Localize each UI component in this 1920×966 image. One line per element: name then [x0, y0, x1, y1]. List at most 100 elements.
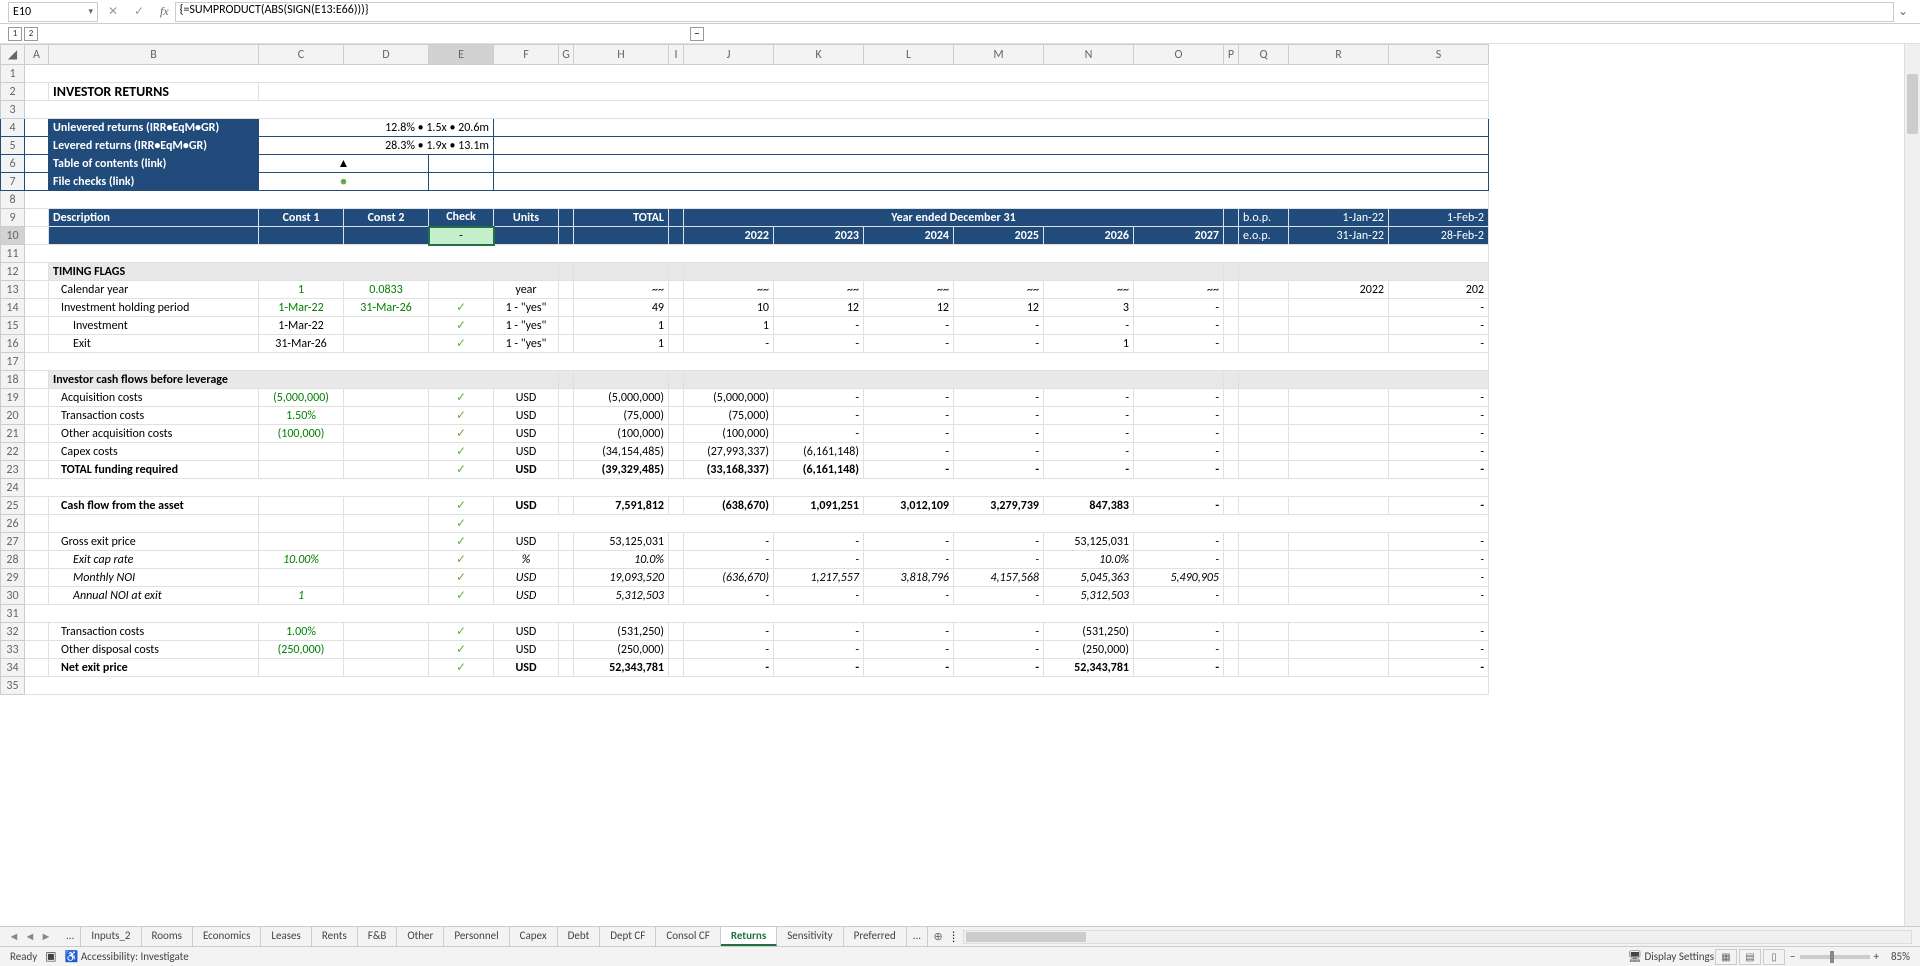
cell[interactable]: -	[774, 587, 864, 605]
cell[interactable]: -	[684, 659, 774, 677]
row-31[interactable]: 31	[1, 605, 25, 623]
cell[interactable]: USD	[494, 641, 559, 659]
up-arrow-icon[interactable]: ▲	[259, 155, 429, 173]
row-18[interactable]: 18	[1, 371, 25, 389]
cell[interactable]: (250,000)	[574, 641, 669, 659]
cell[interactable]: (250,000)	[259, 641, 344, 659]
cell[interactable]: -	[1044, 407, 1134, 425]
row-19[interactable]: 19	[1, 389, 25, 407]
cell[interactable]: 1 - "yes"	[494, 299, 559, 317]
row-20[interactable]: 20	[1, 407, 25, 425]
cell[interactable]: -	[1389, 623, 1489, 641]
cell[interactable]: -	[774, 659, 864, 677]
row-33[interactable]: 33	[1, 641, 25, 659]
row-28[interactable]: 28	[1, 551, 25, 569]
cell[interactable]: 10.0%	[1044, 551, 1134, 569]
col-R[interactable]: R	[1289, 45, 1389, 65]
cell[interactable]: (100,000)	[684, 425, 774, 443]
row-16[interactable]: 16	[1, 335, 25, 353]
cell[interactable]: -	[1134, 659, 1224, 677]
cell[interactable]: -	[954, 335, 1044, 353]
cell[interactable]: (27,993,337)	[684, 443, 774, 461]
row-3[interactable]: 3	[1, 101, 25, 119]
sheet-tab-leases[interactable]: Leases	[261, 927, 311, 946]
sheet-tab-inputs_2[interactable]: Inputs_2	[81, 927, 141, 946]
cell-desc[interactable]: Capex costs	[49, 443, 259, 461]
cell[interactable]: USD	[494, 461, 559, 479]
cell[interactable]: 5,312,503	[1044, 587, 1134, 605]
display-settings[interactable]: 🖥 Display Settings	[1628, 950, 1714, 963]
cell[interactable]: -	[1044, 425, 1134, 443]
cell[interactable]: 1 - "yes"	[494, 335, 559, 353]
fx-icon[interactable]: fx	[160, 4, 169, 19]
cell[interactable]: 1	[1044, 335, 1134, 353]
cell[interactable]: -	[954, 443, 1044, 461]
file-checks-link[interactable]: File checks (link)	[49, 173, 259, 191]
cell[interactable]: -	[1134, 533, 1224, 551]
cell[interactable]: 52,343,781	[1044, 659, 1134, 677]
cell[interactable]: -	[1134, 425, 1224, 443]
view-page-layout-icon[interactable]: ▤	[1739, 949, 1761, 965]
col-S[interactable]: S	[1389, 45, 1489, 65]
cell[interactable]: 1	[259, 281, 344, 299]
cell[interactable]: 1 - "yes"	[494, 317, 559, 335]
row-21[interactable]: 21	[1, 425, 25, 443]
cell[interactable]: (33,168,337)	[684, 461, 774, 479]
col-J[interactable]: J	[684, 45, 774, 65]
cell-desc[interactable]: Cash flow from the asset	[49, 497, 259, 515]
cell[interactable]: 4,157,568	[954, 569, 1044, 587]
horizontal-scrollbar[interactable]	[963, 930, 1912, 944]
cell[interactable]: -	[684, 641, 774, 659]
cell[interactable]: -	[1389, 659, 1489, 677]
sheet-tab-[interactable]: ...	[907, 927, 928, 946]
cell-desc[interactable]: Investment	[49, 317, 259, 335]
cell[interactable]: -	[954, 461, 1044, 479]
cell[interactable]: 1,217,557	[774, 569, 864, 587]
cell[interactable]: -	[1389, 497, 1489, 515]
col-A[interactable]: A	[25, 45, 49, 65]
active-cell-E10[interactable]: -	[429, 227, 494, 245]
cell-desc[interactable]: Annual NOI at exit	[49, 587, 259, 605]
row-5[interactable]: 5	[1, 137, 25, 155]
cell-desc[interactable]: Other disposal costs	[49, 641, 259, 659]
sheet-tab-personnel[interactable]: Personnel	[444, 927, 509, 946]
cell[interactable]: USD	[494, 425, 559, 443]
cell[interactable]: (39,329,485)	[574, 461, 669, 479]
sheet-tab-debt[interactable]: Debt	[558, 927, 601, 946]
cell[interactable]: 5,045,363	[1044, 569, 1134, 587]
cell[interactable]: -	[1134, 641, 1224, 659]
cell[interactable]: -	[1044, 389, 1134, 407]
cell[interactable]: -	[1389, 443, 1489, 461]
col-F[interactable]: F	[494, 45, 559, 65]
sheet-tab-sensitivity[interactable]: Sensitivity	[777, 927, 843, 946]
confirm-icon[interactable]: ✓	[128, 2, 150, 22]
cell[interactable]: -	[864, 461, 954, 479]
cell[interactable]: -	[774, 335, 864, 353]
cell[interactable]: -	[684, 623, 774, 641]
cell-desc[interactable]: Calendar year	[49, 281, 259, 299]
row-25[interactable]: 25	[1, 497, 25, 515]
sheet-tab-other[interactable]: Other	[397, 927, 444, 946]
col-M[interactable]: M	[954, 45, 1044, 65]
row-32[interactable]: 32	[1, 623, 25, 641]
zoom-slider[interactable]	[1800, 955, 1870, 959]
cell[interactable]: 12	[774, 299, 864, 317]
sheet-tab-consolcf[interactable]: Consol CF	[656, 927, 720, 946]
cell[interactable]: (75,000)	[574, 407, 669, 425]
cell[interactable]: -	[1389, 335, 1489, 353]
cell[interactable]: ~~	[574, 281, 669, 299]
cell[interactable]: 1,091,251	[774, 497, 864, 515]
cell[interactable]: -	[774, 551, 864, 569]
cell[interactable]: 7,591,812	[574, 497, 669, 515]
cell-desc[interactable]: Transaction costs	[49, 407, 259, 425]
cell[interactable]: 31-Mar-26	[344, 299, 429, 317]
cell[interactable]: (638,670)	[684, 497, 774, 515]
cancel-icon[interactable]: ✕	[102, 2, 124, 22]
cell[interactable]: %	[494, 551, 559, 569]
cell[interactable]: -	[954, 659, 1044, 677]
row-26[interactable]: 26	[1, 515, 25, 533]
cell[interactable]: -	[774, 425, 864, 443]
cell[interactable]: 3,818,796	[864, 569, 954, 587]
formula-input[interactable]: {=SUMPRODUCT(ABS(SIGN(E13:E66)))}	[175, 2, 1894, 22]
cell[interactable]: -	[774, 389, 864, 407]
